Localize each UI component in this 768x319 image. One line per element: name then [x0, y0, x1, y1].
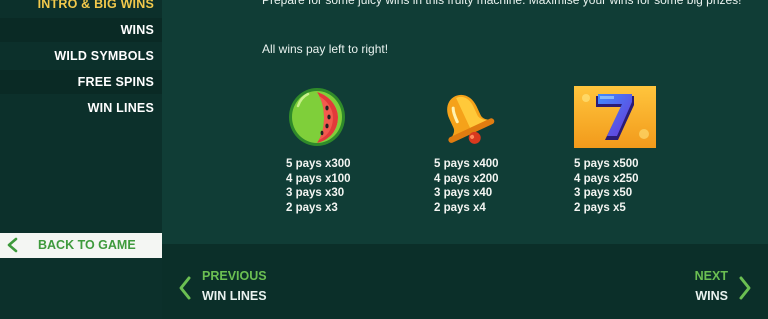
back-to-game-label: BACK TO GAME — [38, 238, 136, 252]
pay-line: 4 pays x200 — [434, 172, 499, 185]
previous-page-button[interactable]: PREVIOUS WIN LINES — [202, 268, 267, 304]
intro-text: Prepare for some juicy wins in this frui… — [262, 0, 742, 7]
lucky-seven-pays: 5 pays x500 4 pays x250 3 pays x50 2 pay… — [574, 157, 639, 215]
pay-line: 3 pays x40 — [434, 187, 493, 199]
page-navigation: PREVIOUS WIN LINES NEXT WINS — [162, 244, 768, 319]
sidebar: INTRO & BIG WINS WINS WILD SYMBOLS FREE … — [0, 0, 162, 319]
chevron-left-icon[interactable] — [178, 275, 192, 301]
chevron-left-icon — [7, 237, 18, 253]
bell-icon — [447, 94, 495, 144]
pay-line: 4 pays x250 — [574, 172, 639, 185]
pay-line: 3 pays x50 — [574, 187, 633, 199]
sidebar-item-win-lines[interactable]: WIN LINES — [0, 96, 162, 120]
previous-destination: WIN LINES — [202, 289, 267, 303]
pay-line: 2 pays x5 — [574, 201, 626, 214]
pay-line: 5 pays x400 — [434, 158, 499, 170]
watermelon-icon — [289, 88, 345, 146]
sidebar-item-wild-symbols[interactable]: WILD SYMBOLS — [0, 44, 162, 68]
back-to-game-button[interactable]: BACK TO GAME — [0, 233, 162, 258]
lucky-seven-icon — [574, 86, 656, 148]
pay-line: 5 pays x300 — [286, 158, 351, 170]
pay-line: 4 pays x100 — [286, 172, 351, 185]
chevron-right-icon[interactable] — [738, 275, 752, 301]
next-label: NEXT — [694, 269, 728, 283]
previous-label: PREVIOUS — [202, 269, 267, 283]
watermelon-pays: 5 pays x300 4 pays x100 3 pays x30 2 pay… — [286, 157, 351, 215]
sidebar-item-intro-big-wins[interactable]: INTRO & BIG WINS — [0, 0, 162, 16]
pay-line: 2 pays x4 — [434, 201, 486, 214]
sidebar-item-wins[interactable]: WINS — [0, 18, 162, 42]
pay-line: 2 pays x3 — [286, 201, 338, 214]
paytable-panel: Prepare for some juicy wins in this frui… — [162, 0, 768, 244]
win-rule-text: All wins pay left to right! — [262, 42, 389, 56]
next-destination: WINS — [695, 289, 728, 303]
sidebar-item-free-spins[interactable]: FREE SPINS — [0, 70, 162, 94]
pay-line: 3 pays x30 — [286, 187, 345, 199]
next-page-button[interactable]: NEXT WINS — [695, 268, 728, 304]
bell-pays: 5 pays x400 4 pays x200 3 pays x40 2 pay… — [434, 157, 499, 215]
pay-line: 5 pays x500 — [574, 158, 639, 170]
